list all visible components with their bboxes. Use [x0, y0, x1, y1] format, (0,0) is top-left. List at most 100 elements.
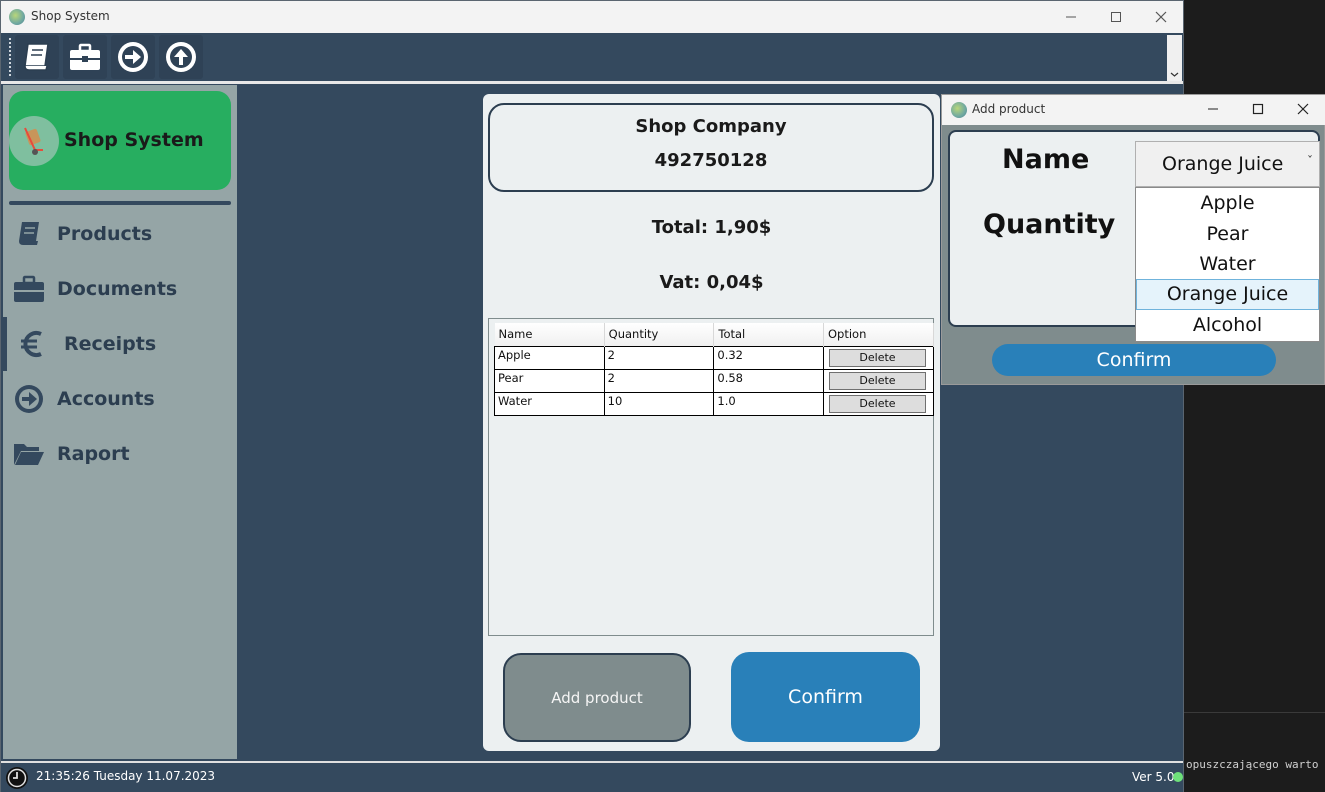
- status-indicator: [1173, 772, 1183, 782]
- app-logo-icon: [951, 102, 967, 118]
- cell-total[interactable]: 0.58: [713, 368, 824, 393]
- minimize-icon: [1066, 16, 1076, 18]
- minimize-icon: [1208, 108, 1218, 110]
- briefcase-icon: [70, 43, 100, 70]
- brand-title: Shop System: [64, 129, 204, 151]
- close-icon: [1155, 11, 1167, 23]
- app-logo-icon: [9, 9, 25, 25]
- window-title: Shop System: [31, 9, 110, 23]
- minimize-button[interactable]: [1048, 1, 1094, 33]
- dialog-maximize-button[interactable]: [1235, 94, 1281, 124]
- sidebar-divider: [9, 201, 231, 205]
- dropdown-option[interactable]: Apple: [1136, 188, 1319, 218]
- folder-open-icon: [7, 440, 51, 468]
- maximize-button[interactable]: [1093, 1, 1139, 33]
- toolbar-separator: [1, 81, 1183, 84]
- select-value: Orange Juice: [1162, 153, 1284, 175]
- column-header-name[interactable]: Name: [494, 323, 605, 346]
- maximize-icon: [1111, 12, 1121, 22]
- product-name-dropdown: Apple Pear Water Orange Juice Alcohol: [1135, 187, 1320, 342]
- products-grid: Name Quantity Total Option Apple 2 0.32 …: [488, 318, 935, 636]
- cell-name[interactable]: Water: [494, 391, 605, 416]
- cell-quantity[interactable]: 2: [603, 345, 715, 370]
- product-name-select[interactable]: Orange Juice ˇ: [1135, 141, 1320, 187]
- add-product-button[interactable]: Add product: [503, 653, 691, 742]
- toolbar-upload-button[interactable]: [159, 35, 203, 79]
- receipt-vat: Vat: 0,04$: [659, 272, 764, 293]
- close-icon: [1297, 103, 1309, 115]
- column-header-option[interactable]: Option: [823, 323, 935, 346]
- dialog-title-bar: Add product: [942, 95, 1325, 125]
- table-header-row: Name Quantity Total Option: [494, 323, 935, 346]
- sidebar-item-receipts[interactable]: Receipts: [3, 317, 237, 371]
- name-label: Name: [1002, 144, 1090, 175]
- toolbar: [1, 33, 1183, 81]
- dialog-minimize-button[interactable]: [1190, 94, 1236, 124]
- receipt-number: 492750128: [654, 150, 768, 171]
- column-header-total[interactable]: Total: [713, 323, 824, 346]
- arrow-up-circle-icon: [166, 42, 196, 72]
- title-bar: Shop System: [1, 1, 1183, 33]
- toolbar-accounts-button[interactable]: [111, 35, 155, 79]
- cell-option: Delete: [822, 345, 935, 370]
- cell-total[interactable]: 1.0: [713, 391, 824, 416]
- sidebar-item-label: Raport: [57, 443, 130, 465]
- sidebar-item-label: Receipts: [64, 333, 157, 355]
- status-datetime: 21:35:26 Tuesday 11.07.2023: [36, 769, 216, 783]
- dialog-confirm-button[interactable]: Confirm: [992, 344, 1276, 376]
- receipt-panel: Shop Company 492750128 Total: 1,90$ Vat:…: [483, 94, 940, 751]
- dropdown-option[interactable]: Water: [1136, 249, 1319, 279]
- clock-icon: [5, 766, 29, 792]
- chevron-down-icon: ˇ: [1307, 154, 1313, 168]
- column-header-quantity[interactable]: Quantity: [604, 323, 715, 346]
- delete-button[interactable]: Delete: [828, 348, 926, 367]
- hand-truck-icon: [9, 116, 59, 166]
- arrow-right-circle-icon: [118, 42, 148, 72]
- sidebar-item-raport[interactable]: Raport: [3, 427, 237, 481]
- add-product-dialog: Add product Name Quantity Orange Juice ˇ…: [941, 94, 1325, 385]
- cell-name[interactable]: Pear: [494, 368, 605, 393]
- dropdown-option[interactable]: Alcohol: [1136, 310, 1319, 340]
- dialog-title: Add product: [972, 102, 1046, 116]
- company-card: Shop Company 492750128: [488, 103, 934, 192]
- dropdown-option-selected[interactable]: Orange Juice: [1136, 279, 1319, 310]
- products-table: Name Quantity Total Option Apple 2 0.32 …: [494, 323, 935, 416]
- close-button[interactable]: [1138, 1, 1184, 33]
- cell-total[interactable]: 0.32: [713, 345, 824, 370]
- sidebar-item-products[interactable]: Products: [3, 207, 237, 261]
- toolbar-grip[interactable]: [9, 38, 11, 76]
- cell-quantity[interactable]: 10: [603, 391, 715, 416]
- toolbar-products-button[interactable]: [15, 35, 59, 79]
- delete-button[interactable]: Delete: [828, 371, 926, 390]
- sidebar: Shop System Products Documents Receipts: [3, 85, 237, 759]
- company-name: Shop Company: [635, 116, 787, 137]
- confirm-receipt-button[interactable]: Confirm: [731, 652, 920, 742]
- briefcase-icon: [7, 274, 51, 304]
- receipt-total: Total: 1,90$: [651, 217, 772, 238]
- terminal-text: opuszczającego warto: [1186, 758, 1319, 771]
- table-row[interactable]: Water 10 1.0 Delete: [494, 391, 935, 416]
- quantity-label: Quantity: [983, 209, 1116, 240]
- sidebar-item-label: Documents: [57, 278, 178, 300]
- cell-name[interactable]: Apple: [494, 345, 605, 370]
- dialog-close-button[interactable]: [1280, 94, 1325, 124]
- sidebar-item-accounts[interactable]: Accounts: [3, 372, 237, 426]
- sidebar-item-label: Products: [57, 223, 153, 245]
- table-row[interactable]: Pear 2 0.58 Delete: [494, 368, 935, 393]
- arrow-right-circle-icon: [7, 383, 51, 415]
- toolbar-documents-button[interactable]: [63, 35, 107, 79]
- delete-button[interactable]: Delete: [828, 394, 926, 413]
- cell-option: Delete: [822, 368, 935, 393]
- cell-quantity[interactable]: 2: [603, 368, 715, 393]
- maximize-icon: [1252, 103, 1264, 115]
- dropdown-option[interactable]: Pear: [1136, 218, 1319, 248]
- brand-card: Shop System: [9, 91, 231, 190]
- cell-option: Delete: [822, 391, 935, 416]
- version-label: Ver 5.0: [1132, 770, 1175, 784]
- status-bar: 21:35:26 Tuesday 11.07.2023 Ver 5.0: [1, 761, 1183, 792]
- sidebar-item-documents[interactable]: Documents: [3, 262, 237, 316]
- table-row[interactable]: Apple 2 0.32 Delete: [494, 345, 935, 370]
- terminal-divider: [1184, 712, 1325, 713]
- toolbar-scrollbar[interactable]: [1167, 35, 1182, 81]
- book-icon: [7, 219, 51, 249]
